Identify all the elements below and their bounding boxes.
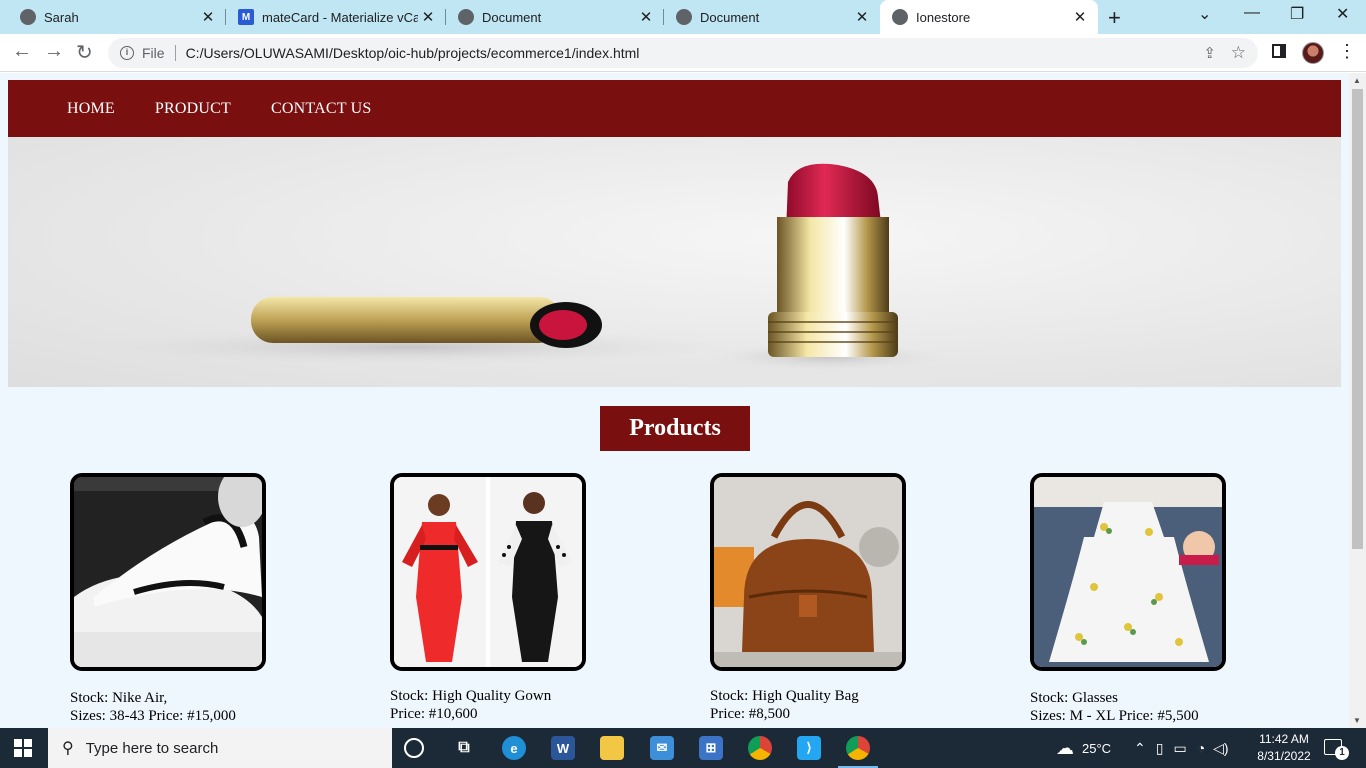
scrollbar-thumb[interactable] — [1352, 89, 1363, 549]
edge-icon[interactable]: e — [502, 736, 526, 760]
mail-icon[interactable]: ✉ — [650, 736, 674, 760]
tab-matecard[interactable]: M mateCard - Materialize vCard ✕ — [226, 0, 446, 34]
notification-badge: 1 — [1335, 746, 1349, 760]
globe-icon — [20, 9, 36, 25]
globe-icon — [676, 9, 692, 25]
tab-title: Sarah — [44, 9, 79, 25]
tab-title: Document — [700, 9, 760, 25]
weather-widget[interactable]: ☁ 25°C — [1056, 728, 1111, 768]
scroll-down-icon[interactable]: ▼ — [1353, 716, 1361, 725]
cortana-icon[interactable] — [404, 738, 424, 758]
page-scrollbar[interactable]: ▲ ▼ — [1349, 73, 1366, 728]
windows-taskbar: ⚲ Type here to search ⧉ e W ✉ ⊞ ⟩ ☁ 25°C… — [0, 728, 1366, 768]
product-stock: Stock: Glasses — [1030, 690, 1118, 706]
product-card[interactable]: Stock: High Quality Gown Price: #10,600 — [390, 473, 586, 723]
tab-document-1[interactable]: Document ✕ — [446, 0, 664, 34]
battery-icon[interactable]: ▭ — [1173, 740, 1186, 757]
product-price: Sizes: 38-43 Price: #15,000 — [70, 708, 236, 724]
materialize-icon: M — [238, 9, 254, 25]
volume-icon[interactable]: ◁) — [1213, 740, 1228, 757]
page-viewport: HOME PRODUCT CONTACT US Products Stock: … — [0, 73, 1349, 728]
chrome-icon[interactable] — [748, 736, 772, 760]
side-panel-icon[interactable] — [1272, 44, 1286, 58]
products-heading: Products — [600, 406, 750, 451]
nav-contact-us[interactable]: CONTACT US — [271, 100, 371, 118]
tab-document-2[interactable]: Document ✕ — [664, 0, 880, 34]
tab-sarah[interactable]: Sarah ✕ — [0, 0, 226, 34]
browser-toolbar: ← → ↻ i File C:/Users/OLUWASAMI/Desktop/… — [0, 34, 1366, 72]
profile-avatar[interactable] — [1302, 42, 1324, 64]
file-explorer-icon[interactable] — [600, 736, 624, 760]
product-price: Price: #8,500 — [710, 706, 790, 722]
browser-tabstrip: Sarah ✕ M mateCard - Materialize vCard ✕… — [0, 0, 1366, 34]
omnibox-divider — [174, 45, 176, 61]
scheme-label: File — [142, 45, 165, 61]
cloud-icon: ☁ — [1056, 737, 1074, 758]
product-card[interactable]: Stock: Nike Air, Sizes: 38-43 Price: #15… — [70, 473, 266, 725]
vscode-icon[interactable]: ⟩ — [797, 736, 821, 760]
task-view-icon[interactable]: ⧉ — [452, 736, 476, 760]
product-image-sneaker[interactable] — [70, 473, 266, 671]
tab-title: Document — [482, 9, 542, 25]
scroll-up-icon[interactable]: ▲ — [1353, 76, 1361, 85]
taskbar-search[interactable]: ⚲ Type here to search — [48, 728, 392, 768]
reload-icon[interactable]: ↻ — [76, 40, 93, 65]
tab-ionestore[interactable]: Ionestore ✕ — [880, 0, 1098, 34]
search-icon: ⚲ — [62, 740, 74, 757]
restore-icon[interactable]: ❐ — [1290, 4, 1304, 24]
product-image-gown[interactable] — [390, 473, 586, 671]
store-icon[interactable]: ⊞ — [699, 736, 723, 760]
notification-icon[interactable]: 1 — [1324, 739, 1349, 760]
globe-icon — [892, 9, 908, 25]
clock-date: 8/31/2022 — [1257, 749, 1311, 763]
close-tab-icon[interactable]: ✕ — [852, 8, 872, 26]
product-stock: Stock: High Quality Bag — [710, 688, 859, 704]
wifi-icon[interactable]: ◔ — [1197, 740, 1205, 756]
nav-home[interactable]: HOME — [67, 100, 115, 118]
product-card[interactable]: Stock: High Quality Bag Price: #8,500 — [710, 473, 906, 723]
lipstick-illustration — [78, 163, 948, 371]
bookmark-star-icon[interactable]: ☆ — [1231, 43, 1246, 63]
system-tray: ⌃ ▯ ▭ ◔ ◁) — [1134, 728, 1229, 768]
share-icon[interactable]: ⇪ — [1203, 44, 1216, 62]
tab-search-icon[interactable]: ⌄ — [1198, 4, 1211, 24]
product-card[interactable]: Stock: Glasses Sizes: M - XL Price: #5,5… — [1030, 473, 1226, 725]
product-image-dress[interactable] — [1030, 473, 1226, 671]
search-placeholder: Type here to search — [85, 739, 219, 757]
close-tab-icon[interactable]: ✕ — [636, 8, 656, 26]
close-window-icon[interactable]: ✕ — [1336, 4, 1349, 24]
url-text[interactable]: C:/Users/OLUWASAMI/Desktop/oic-hub/proje… — [186, 45, 640, 61]
chevron-up-icon[interactable]: ⌃ — [1134, 740, 1146, 757]
close-tab-icon[interactable]: ✕ — [198, 8, 218, 26]
nav-product[interactable]: PRODUCT — [155, 100, 231, 118]
weather-temp: 25°C — [1082, 740, 1112, 756]
close-tab-icon[interactable]: ✕ — [418, 8, 438, 26]
windows-start-icon[interactable] — [14, 739, 32, 757]
forward-icon[interactable]: → — [44, 40, 64, 63]
site-navbar: HOME PRODUCT CONTACT US — [8, 80, 1341, 137]
chrome-profile-icon[interactable] — [846, 736, 870, 760]
close-tab-icon[interactable]: ✕ — [1070, 8, 1090, 26]
back-icon[interactable]: ← — [12, 40, 32, 63]
tab-title: mateCard - Materialize vCard — [262, 9, 418, 25]
globe-icon — [458, 9, 474, 25]
address-bar[interactable]: i File C:/Users/OLUWASAMI/Desktop/oic-hu… — [108, 38, 1258, 68]
system-clock[interactable]: 11:42 AM 8/31/2022 — [1252, 731, 1316, 765]
clock-time: 11:42 AM — [1259, 732, 1309, 746]
minimize-icon[interactable]: — — [1244, 4, 1260, 22]
word-icon[interactable]: W — [551, 736, 575, 760]
product-image-bag[interactable] — [710, 473, 906, 671]
product-stock: Stock: High Quality Gown — [390, 688, 552, 704]
tab-title: Ionestore — [916, 9, 971, 25]
hero-banner-image — [8, 137, 1341, 387]
menu-kebab-icon[interactable]: ⋮ — [1338, 41, 1356, 62]
product-price: Price: #10,600 — [390, 706, 478, 722]
site-info-icon[interactable]: i — [120, 46, 134, 60]
new-tab-icon[interactable]: + — [1108, 5, 1121, 31]
product-price: Sizes: M - XL Price: #5,500 — [1030, 708, 1199, 724]
meet-icon[interactable]: ▯ — [1156, 740, 1164, 757]
product-stock: Stock: Nike Air, — [70, 690, 168, 706]
